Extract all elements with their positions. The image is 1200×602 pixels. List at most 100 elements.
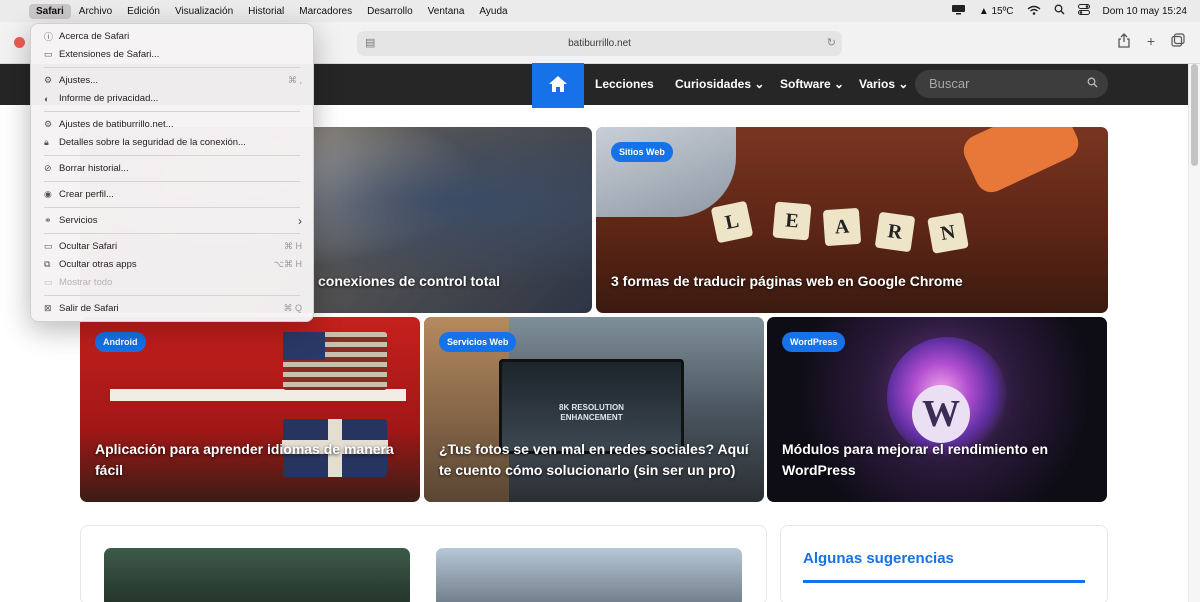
menu-separator (44, 207, 300, 208)
article-card[interactable]: 8K RESOLUTION ENHANCEMENT Servicios Web … (424, 317, 764, 502)
menu-item-label: Salir de Safari (59, 303, 119, 314)
menu-marcadores[interactable]: Marcadores (292, 4, 359, 19)
info-icon: ⓘ (44, 32, 54, 42)
menu-edicion[interactable]: Edición (120, 4, 167, 19)
home-button[interactable] (532, 63, 584, 108)
category-badge[interactable]: Android (95, 332, 146, 352)
menu-item-privacy-report[interactable]: ◐ Informe de privacidad... (38, 90, 306, 107)
menu-item-connection-security[interactable]: 🔒︎ Detalles sobre la seguridad de la cone… (38, 134, 306, 151)
site-search-input[interactable]: Buscar (915, 70, 1108, 98)
article-image (958, 127, 1084, 198)
menu-item-label: Acerca de Safari (59, 31, 130, 42)
category-badge[interactable]: Servicios Web (439, 332, 517, 352)
safari-dropdown-menu: ⓘ Acerca de Safari ▭ Extensiones de Safari… (30, 23, 314, 322)
article-thumbnail[interactable] (104, 548, 410, 602)
scrabble-tile: L (710, 200, 754, 244)
clear-history-icon: ⊘ (44, 163, 52, 173)
menu-item-label: Crear perfil... (59, 189, 114, 200)
menu-item-label: Informe de privacidad... (59, 93, 159, 104)
menu-item-extensions[interactable]: ▭ Extensiones de Safari... (38, 46, 306, 63)
windows-icon: ⧉ (44, 259, 51, 269)
shortcut-label: ⌘ Q (283, 303, 302, 313)
macos-menubar: Safari Archivo Edición Visualización His… (0, 0, 1200, 22)
address-bar[interactable]: ▤ batiburrillo.net ↻ (357, 31, 842, 56)
gear-icon: ⚙ (44, 119, 53, 129)
lock-icon: 🔒︎ (44, 137, 49, 147)
article-image (110, 389, 406, 401)
menu-item-about-safari[interactable]: ⓘ Acerca de Safari (38, 28, 306, 45)
menu-item-label: Extensiones de Safari... (59, 49, 160, 60)
scrollbar-thumb[interactable] (1191, 64, 1198, 166)
menu-item-label: Borrar historial... (59, 163, 129, 174)
shortcut-label: ⌘ , (287, 75, 302, 85)
page-menu-icon[interactable]: ▤ (365, 31, 375, 56)
menu-item-label: Mostrar todo (59, 277, 113, 288)
display-icon[interactable] (951, 4, 966, 18)
category-badge[interactable]: Sitios Web (611, 142, 673, 162)
wordpress-logo-icon: W (912, 385, 970, 443)
quit-icon: ⊠ (44, 303, 52, 313)
nav-software[interactable]: Software ⌄ (780, 77, 844, 91)
new-tab-icon[interactable]: + (1141, 33, 1161, 49)
menu-item-clear-history[interactable]: ⊘ Borrar historial... (38, 160, 306, 177)
menu-item-settings[interactable]: ⚙ Ajustes... ⌘ , (38, 72, 306, 89)
menu-item-quit-safari[interactable]: ⊠ Salir de Safari ⌘ Q (38, 300, 306, 317)
nav-curiosidades[interactable]: Curiosidades ⌄ (675, 77, 764, 91)
shield-icon: ◐ (44, 93, 50, 104)
menu-safari[interactable]: Safari (29, 3, 71, 19)
menu-historial[interactable]: Historial (241, 4, 291, 19)
weather-widget[interactable]: ▲ 15ºC (979, 6, 1014, 17)
spotlight-search-icon[interactable] (1054, 4, 1065, 18)
scrabble-tile: N (927, 212, 969, 254)
menu-item-hide-others[interactable]: ⧉ Ocultar otras apps ⌥⌘ H (38, 256, 306, 273)
menu-item-label: Ajustes de batiburrillo.net... (59, 119, 174, 130)
articles-panel (80, 525, 767, 602)
tab-overview-icon[interactable] (1168, 33, 1188, 50)
menu-item-site-settings[interactable]: ⚙ Ajustes de batiburrillo.net... (38, 116, 306, 133)
menu-item-services[interactable]: ⚭ Servicios › (38, 212, 306, 229)
wifi-icon[interactable] (1027, 5, 1041, 18)
menu-ventana[interactable]: Ventana (421, 4, 472, 19)
article-title[interactable]: Aplicación para aprender idiomas de mane… (95, 439, 406, 481)
article-card[interactable]: L E A R N Sitios Web 3 formas de traduci… (596, 127, 1108, 313)
menu-ayuda[interactable]: Ayuda (472, 4, 514, 19)
heading-underline (803, 580, 1085, 583)
menu-visualizacion[interactable]: Visualización (168, 4, 240, 19)
menu-separator (44, 111, 300, 112)
extensions-icon: ▭ (44, 49, 53, 59)
nav-varios[interactable]: Varios ⌄ (859, 77, 908, 91)
article-image (283, 332, 325, 360)
control-center-icon[interactable] (1077, 4, 1090, 18)
nav-curiosidades-label: Curiosidades (675, 77, 752, 91)
search-icon[interactable] (1087, 70, 1098, 98)
address-url: batiburrillo.net (568, 38, 631, 49)
article-title[interactable]: conexiones de control total (318, 271, 578, 292)
menu-separator (44, 295, 300, 296)
menu-archivo[interactable]: Archivo (72, 4, 119, 19)
menubar-datetime[interactable]: Dom 10 may 15:24 (1103, 6, 1188, 17)
article-thumbnail[interactable] (436, 548, 742, 602)
chevron-right-icon: › (298, 213, 302, 228)
reload-icon[interactable]: ↻ (827, 31, 836, 56)
nav-lecciones[interactable]: Lecciones (595, 77, 654, 91)
menu-desarrollo[interactable]: Desarrollo (360, 4, 420, 19)
close-window-button[interactable] (14, 37, 25, 48)
article-title[interactable]: ¿Tus fotos se ven mal en redes sociales?… (439, 439, 750, 481)
share-icon[interactable] (1114, 33, 1134, 51)
article-title[interactable]: 3 formas de traducir páginas web en Goog… (611, 271, 1094, 292)
article-card[interactable]: Android Aplicación para aprender idiomas… (80, 317, 420, 502)
services-icon: ⚭ (44, 215, 52, 225)
article-card[interactable]: W WordPress Módulos para mejorar el rend… (767, 317, 1107, 502)
menu-item-hide-safari[interactable]: ▭ Ocultar Safari ⌘ H (38, 238, 306, 255)
menu-item-label: Ocultar Safari (59, 241, 118, 252)
suggestions-heading: Algunas sugerencias (803, 550, 954, 567)
article-image (596, 127, 736, 217)
category-badge[interactable]: WordPress (782, 332, 846, 352)
menu-item-show-all: ▭ Mostrar todo (38, 274, 306, 291)
menu-item-label: Detalles sobre la seguridad de la conexi… (59, 137, 246, 148)
menu-item-label: Servicios (59, 215, 98, 226)
menu-separator (44, 67, 300, 68)
page-scrollbar[interactable] (1188, 64, 1200, 602)
menu-item-create-profile[interactable]: ◉ Crear perfil... (38, 186, 306, 203)
article-title[interactable]: Módulos para mejorar el rendimiento en W… (782, 439, 1093, 481)
